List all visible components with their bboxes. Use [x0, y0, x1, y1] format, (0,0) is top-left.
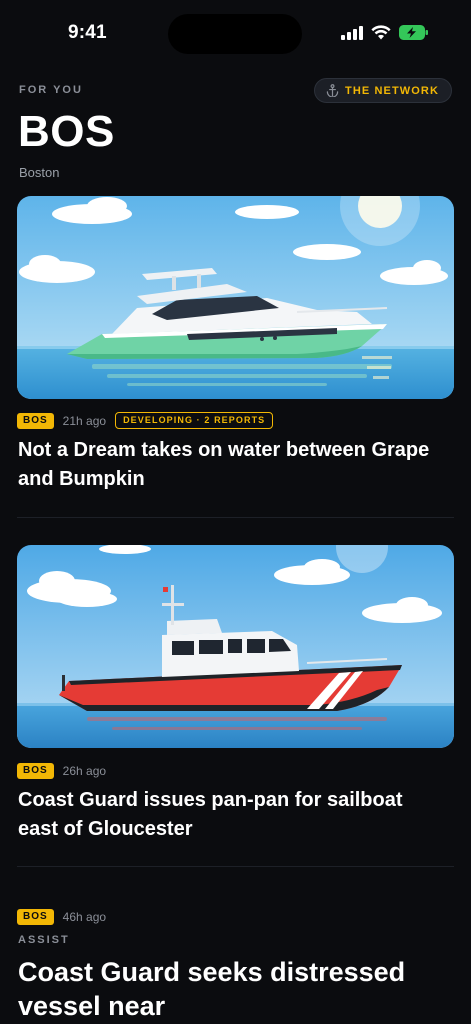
story-category: ASSIST	[18, 934, 70, 946]
coast-guard-boat-illustration	[17, 545, 454, 748]
page-header: FOR YOU THE NETWORK BOS Boston	[0, 78, 471, 188]
story-meta: BOS 26h ago	[17, 762, 106, 779]
status-bar: 9:41	[0, 0, 471, 70]
story-image-yacht[interactable]	[17, 196, 454, 399]
location-badge: BOS	[17, 762, 54, 779]
story-time: 21h ago	[62, 413, 107, 428]
story-headline[interactable]: Coast Guard issues pan-pan for sailboat …	[18, 786, 448, 844]
section-eyebrow: FOR YOU	[19, 84, 83, 96]
anchor-icon	[326, 84, 339, 97]
divider	[17, 866, 454, 867]
location-badge: BOS	[17, 908, 54, 925]
the-network-button[interactable]: THE NETWORK	[314, 78, 452, 103]
motor-yacht-illustration	[17, 196, 454, 399]
developing-badge: DEVELOPING · 2 REPORTS	[115, 412, 274, 429]
story-time: 26h ago	[62, 763, 107, 778]
the-network-label: THE NETWORK	[345, 84, 439, 97]
page-title: BOS	[18, 107, 115, 156]
story-headline[interactable]: Coast Guard seeks distressed vessel near	[18, 955, 458, 1023]
status-icons	[341, 25, 429, 40]
page-subtitle: Boston	[19, 165, 60, 180]
story-image-coast-guard[interactable]	[17, 545, 454, 748]
location-badge: BOS	[17, 412, 54, 429]
dynamic-island	[168, 14, 302, 54]
status-time: 9:41	[68, 22, 107, 43]
signal-icon	[341, 25, 363, 40]
story-time: 46h ago	[62, 909, 107, 924]
battery-charging-icon	[399, 25, 428, 40]
story-meta: BOS 21h ago DEVELOPING · 2 REPORTS	[17, 412, 274, 429]
story-meta: BOS 46h ago	[17, 908, 106, 925]
wifi-icon	[371, 25, 391, 40]
divider	[17, 517, 454, 518]
story-headline[interactable]: Not a Dream takes on water between Grape…	[18, 436, 448, 494]
